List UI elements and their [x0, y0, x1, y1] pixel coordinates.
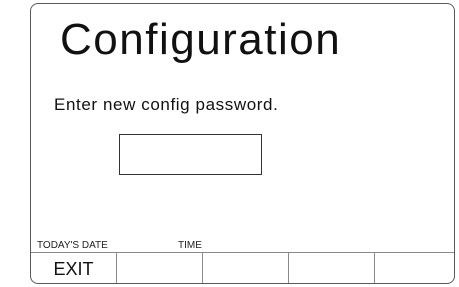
page-title: Configuration	[60, 15, 342, 64]
time-label: TIME	[178, 240, 202, 251]
todays-date-label: TODAY'S DATE	[37, 240, 108, 251]
softkey-2[interactable]	[117, 253, 203, 283]
softkey-4[interactable]	[289, 253, 375, 283]
softkey-bar: EXIT	[31, 252, 454, 283]
config-screen: Configuration Enter new config password.…	[30, 3, 455, 284]
password-prompt: Enter new config password.	[54, 95, 279, 114]
softkey-3[interactable]	[203, 253, 289, 283]
password-input[interactable]	[119, 134, 262, 175]
softkey-5[interactable]	[375, 253, 454, 283]
exit-softkey[interactable]: EXIT	[31, 253, 117, 283]
